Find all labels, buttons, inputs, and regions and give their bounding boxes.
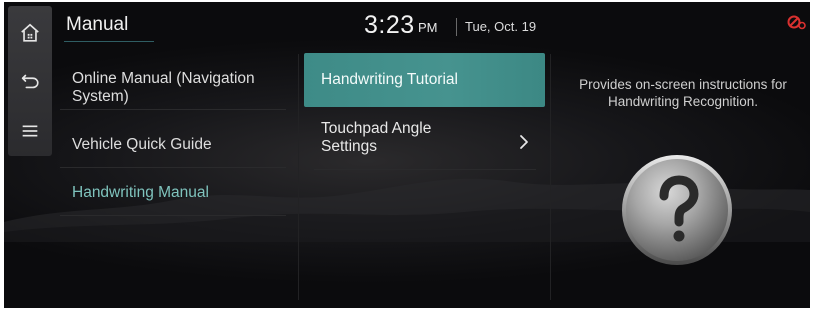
submenu-divider [314, 169, 536, 170]
menu-item-handwriting-manual[interactable]: Handwriting Manual [60, 168, 286, 216]
submenu-item-touchpad-angle-settings[interactable]: Touchpad Angle Settings [304, 114, 545, 168]
unlinked-icon [787, 15, 806, 30]
header-separator [456, 18, 457, 36]
page-title: Manual [66, 14, 129, 35]
column-divider [298, 54, 299, 300]
menu-button[interactable] [8, 110, 52, 152]
clock-ampm: PM [418, 20, 438, 35]
clock-time: 3:23 [364, 11, 415, 39]
home-icon [21, 23, 39, 42]
item-description: Provides on-screen instructions for Hand… [560, 76, 806, 110]
menu-item-label: Vehicle Quick Guide [72, 136, 212, 153]
menu-item-label: Online Manual (Navigation System) [72, 70, 255, 106]
column-divider [550, 54, 551, 300]
back-button[interactable] [8, 60, 52, 102]
home-button[interactable] [8, 12, 52, 54]
title-underline [64, 41, 154, 42]
submenu-item-label-line1: Touchpad Angle [321, 120, 432, 137]
back-icon [21, 74, 39, 89]
menu-icon [22, 125, 38, 137]
menu-item-label-line1: Online Manual (Navigation [72, 70, 255, 87]
side-rail [8, 6, 52, 156]
chevron-right-icon [520, 135, 528, 149]
header-date: Tue, Oct. 19 [465, 19, 537, 34]
question-mark-icon [622, 155, 732, 265]
menu-item-label-line2: System) [72, 88, 129, 105]
submenu-item-label: Touchpad Angle Settings [321, 120, 431, 156]
menu-item-online-manual[interactable]: Online Manual (Navigation System) [60, 62, 286, 110]
submenu-item-label-line2: Settings [321, 138, 378, 155]
submenu-item-handwriting-tutorial[interactable]: Handwriting Tutorial [304, 53, 545, 107]
menu-item-label: Handwriting Manual [72, 184, 209, 201]
screen: Manual 3:23 PM Tue, Oct. 19 Online Manua… [4, 2, 810, 308]
submenu-item-label: Handwriting Tutorial [321, 71, 458, 88]
description-line1: Provides on-screen instructions for [579, 77, 787, 92]
description-line2: Handwriting Recognition. [607, 94, 759, 109]
menu-item-vehicle-quick-guide[interactable]: Vehicle Quick Guide [60, 120, 286, 168]
